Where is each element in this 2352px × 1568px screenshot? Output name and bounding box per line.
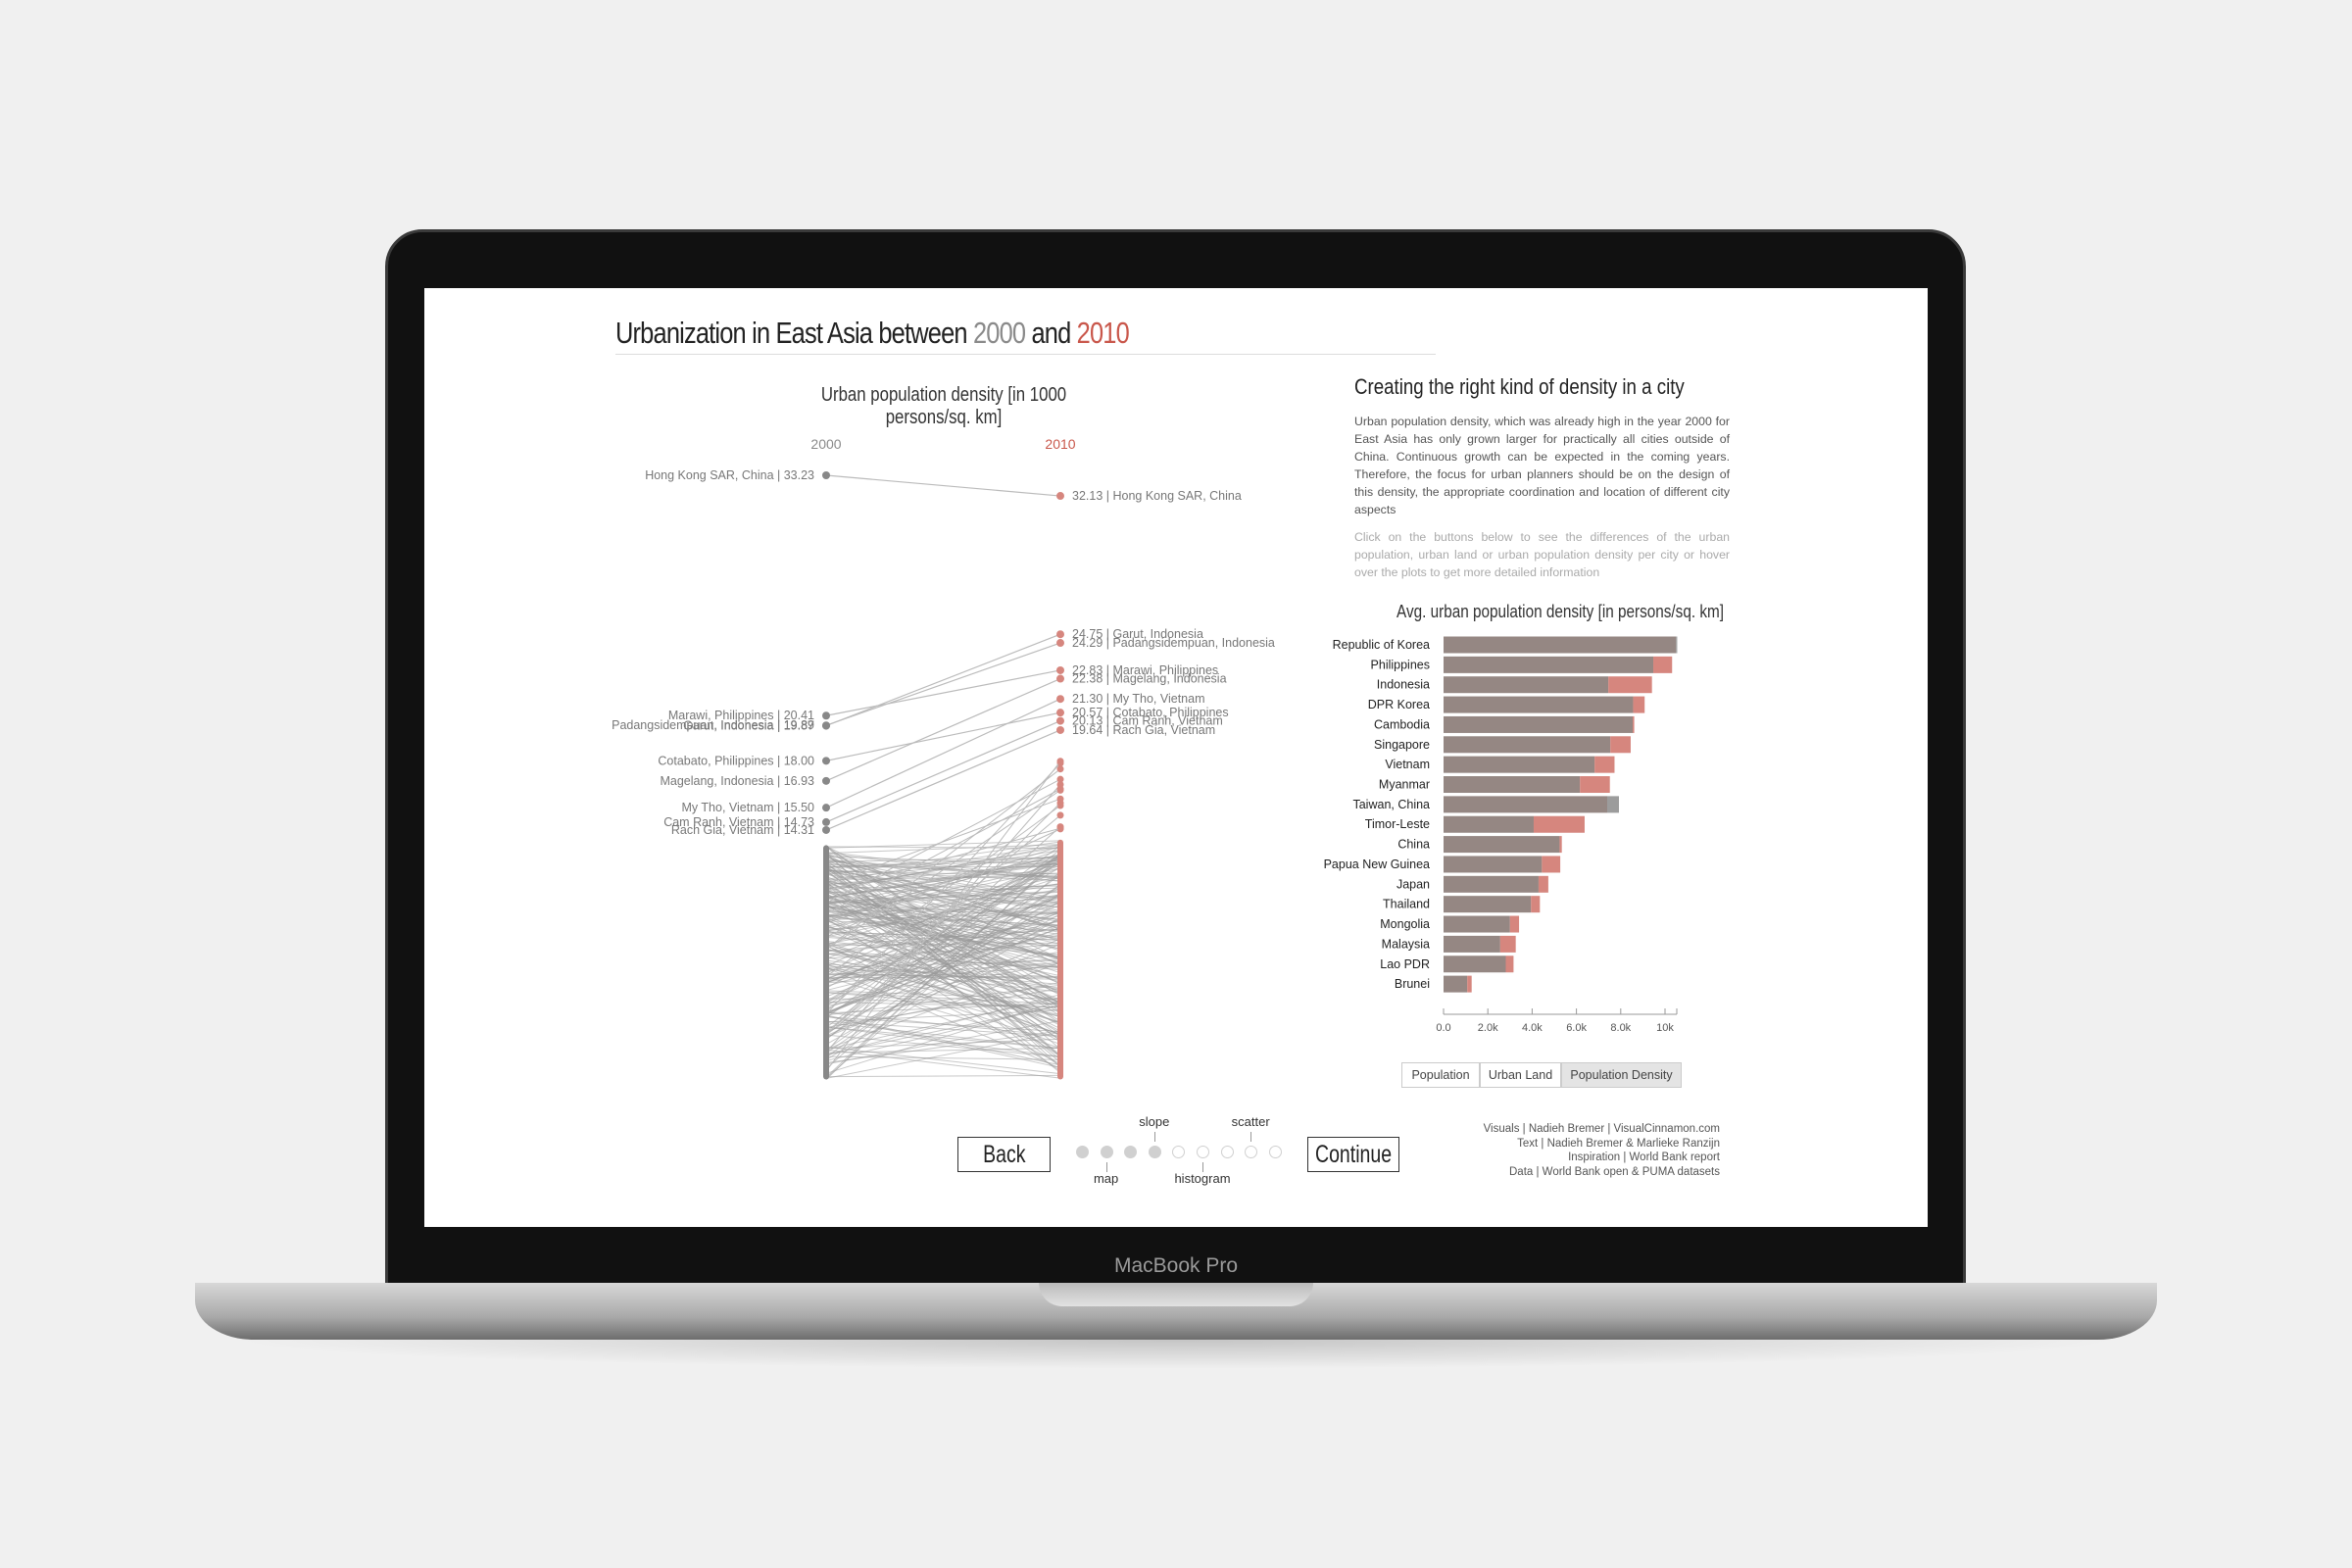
bar-base [1444, 815, 1534, 833]
bar-change [1509, 915, 1520, 933]
bar-base [1444, 836, 1560, 854]
bar-change [1559, 836, 1562, 854]
bar-base [1444, 656, 1654, 673]
step-dot[interactable] [1076, 1146, 1089, 1158]
bar-base [1444, 856, 1543, 873]
bar-change [1580, 776, 1610, 794]
bar-change [1676, 636, 1678, 654]
bar-base [1444, 915, 1510, 933]
bar-label: China [1397, 838, 1430, 852]
continue-label: Continue [1314, 1140, 1393, 1168]
x-tick-label: 2.0k [1478, 1022, 1498, 1034]
toggle-urban-land[interactable]: Urban Land [1480, 1062, 1561, 1088]
back-button[interactable]: Back [957, 1137, 1051, 1172]
bar-change [1542, 856, 1561, 873]
credit-line: Visuals | Nadieh Bremer | VisualCinnamon… [1483, 1123, 1720, 1135]
credit-line: Inspiration | World Bank report [1568, 1152, 1720, 1163]
bar-label: Malaysia [1382, 937, 1430, 951]
step-dot[interactable] [1268, 1146, 1282, 1158]
bar-base [1444, 776, 1581, 794]
step-connector [1202, 1162, 1203, 1172]
bar-change [1499, 935, 1516, 953]
bar-change [1531, 896, 1541, 913]
bar-base [1444, 756, 1595, 773]
step-dot[interactable] [1220, 1146, 1234, 1158]
credit-line: Text | Nadieh Bremer & Marlieke Ranzijn [1517, 1137, 1720, 1150]
back-label: Back [982, 1140, 1026, 1168]
bar-label: Republic of Korea [1333, 638, 1430, 652]
step-label-slope[interactable]: slope [1105, 1114, 1203, 1129]
bar-label: Japan [1396, 877, 1430, 891]
credit-line: Data | World Bank open & PUMA datasets [1509, 1165, 1720, 1178]
bar-label: Mongolia [1380, 917, 1430, 931]
bar-change [1594, 756, 1615, 773]
step-label-scatter[interactable]: scatter [1201, 1114, 1299, 1129]
x-tick-label: 0.0 [1436, 1022, 1450, 1034]
continue-button[interactable]: Continue [1307, 1137, 1399, 1172]
x-tick-label: 8.0k [1610, 1022, 1631, 1034]
bar-label: Timor-Leste [1365, 817, 1430, 831]
bar-base [1444, 636, 1677, 654]
x-tick-label: 6.0k [1566, 1022, 1587, 1034]
bar-label: Taiwan, China [1352, 798, 1430, 811]
bar-change [1610, 736, 1631, 754]
bar-label: Papua New Guinea [1324, 858, 1430, 871]
bar-label: Brunei [1395, 977, 1430, 991]
bar-base [1444, 956, 1506, 973]
bar-base [1444, 875, 1539, 893]
bar-change [1467, 975, 1472, 993]
bar-label: Lao PDR [1380, 957, 1430, 971]
bar-change [1633, 715, 1635, 733]
step-dot[interactable] [1197, 1146, 1209, 1158]
bar-change [1653, 656, 1673, 673]
step-label-map[interactable]: map [1057, 1171, 1155, 1186]
bar-change [1538, 875, 1548, 893]
bar-chart[interactable]: Republic of Korea Philippines Indonesia DPR… [0, 0, 2352, 1568]
bar-label: Philippines [1371, 658, 1430, 671]
bar-base [1444, 935, 1500, 953]
bar-base [1444, 736, 1611, 754]
step-dot[interactable] [1100, 1146, 1113, 1158]
step-label-histogram[interactable]: histogram [1153, 1171, 1251, 1186]
step-connector [1105, 1162, 1107, 1172]
step-connector [1250, 1132, 1252, 1142]
x-tick-label: 10k [1656, 1022, 1674, 1034]
toggle-population[interactable]: Population [1401, 1062, 1480, 1088]
bar-label: Singapore [1374, 738, 1430, 752]
bar-base [1444, 676, 1609, 694]
toggle-population-density[interactable]: Population Density [1561, 1062, 1682, 1088]
bar-change [1533, 815, 1585, 833]
bar-base [1444, 896, 1532, 913]
bar-label: Indonesia [1377, 678, 1430, 692]
x-tick-label: 4.0k [1522, 1022, 1543, 1034]
bar-change [1607, 796, 1619, 813]
bar-base [1444, 715, 1634, 733]
bar-base [1444, 796, 1608, 813]
bar-label: Myanmar [1379, 778, 1430, 792]
bar-change [1505, 956, 1514, 973]
step-connector [1153, 1132, 1155, 1142]
bar-change [1633, 696, 1645, 713]
bar-change [1608, 676, 1652, 694]
step-dot[interactable] [1148, 1146, 1161, 1158]
bar-label: Thailand [1383, 898, 1430, 911]
bar-base [1444, 696, 1634, 713]
bar-base [1444, 975, 1468, 993]
bar-label: DPR Korea [1368, 698, 1430, 711]
bar-label: Vietnam [1385, 758, 1430, 771]
bar-label: Cambodia [1374, 717, 1430, 731]
